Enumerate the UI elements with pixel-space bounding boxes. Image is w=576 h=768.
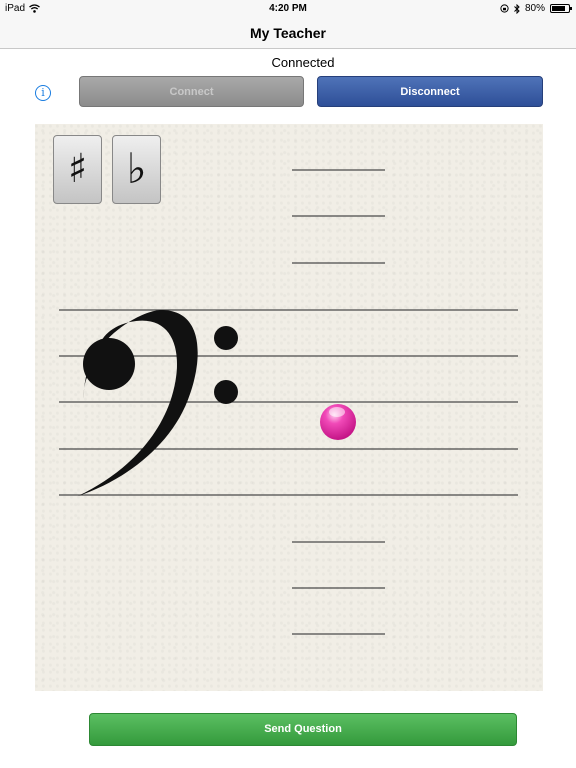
orientation-lock-icon xyxy=(500,4,509,13)
sharp-button[interactable]: ♯ xyxy=(53,135,102,204)
bass-staff xyxy=(59,169,518,635)
send-question-button[interactable]: Send Question xyxy=(89,713,517,746)
status-bar: iPad 4:20 PM 80% xyxy=(0,0,576,18)
staff-panel[interactable]: ♯ ♭ xyxy=(35,124,543,691)
info-icon[interactable]: i xyxy=(35,85,51,101)
bass-clef-icon xyxy=(78,310,238,496)
disconnect-button[interactable]: Disconnect xyxy=(317,76,543,107)
bluetooth-icon xyxy=(514,3,520,14)
battery-percent: 80% xyxy=(524,3,545,14)
flat-button[interactable]: ♭ xyxy=(112,135,161,204)
navigation-bar: My Teacher xyxy=(0,18,576,49)
connection-status: Connected xyxy=(271,55,335,70)
status-time: 4:20 PM xyxy=(269,3,307,14)
connect-button[interactable]: Connect xyxy=(79,76,304,107)
battery-icon xyxy=(550,4,572,13)
page-title: My Teacher xyxy=(250,25,326,41)
battery-level xyxy=(552,6,565,11)
